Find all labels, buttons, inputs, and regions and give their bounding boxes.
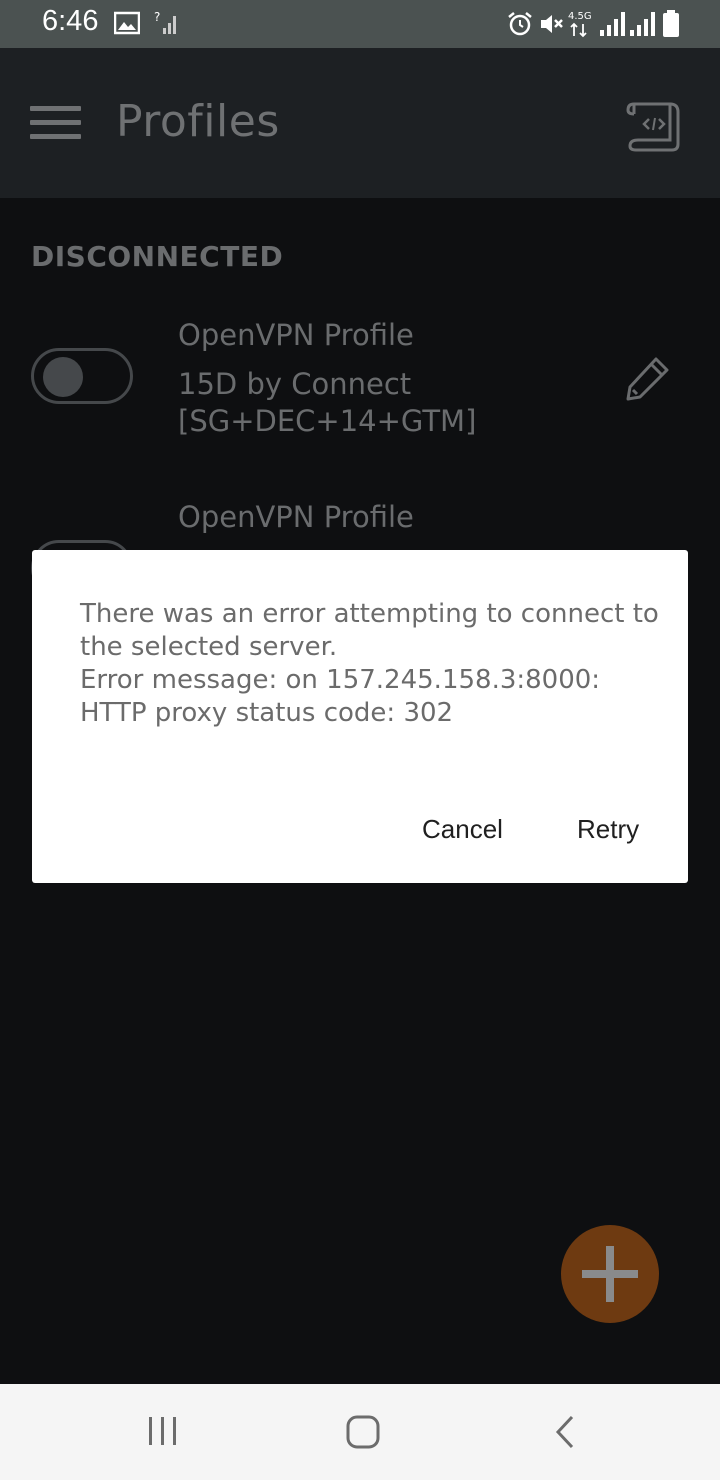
- retry-button[interactable]: Retry: [577, 814, 639, 845]
- add-profile-button[interactable]: [561, 1225, 659, 1323]
- profile-description: 15D by Connect [SG+DEC+14+GTM]: [178, 367, 477, 438]
- section-header: DISCONNECTED: [31, 240, 284, 273]
- toggle-knob: [43, 357, 83, 397]
- recent-apps-icon[interactable]: [146, 1414, 180, 1452]
- status-time: 6:46: [42, 5, 99, 37]
- profile-name: OpenVPN Profile: [178, 500, 414, 534]
- alarm-icon: [506, 10, 534, 42]
- signal-unknown-icon: ?: [154, 10, 178, 40]
- cancel-button[interactable]: Cancel: [422, 814, 503, 845]
- profile-toggle[interactable]: [31, 348, 133, 404]
- navigation-bar: [0, 1384, 720, 1480]
- mute-icon: [538, 10, 566, 42]
- image-icon: [113, 10, 141, 40]
- app-bar: Profiles: [0, 48, 720, 198]
- svg-text:?: ?: [154, 10, 160, 24]
- battery-icon: [662, 10, 680, 42]
- page-title: Profiles: [116, 96, 280, 147]
- network-4g-icon: 4.5G: [568, 8, 594, 42]
- dialog-message: There was an error attempting to connect…: [80, 599, 659, 728]
- home-icon[interactable]: [345, 1414, 381, 1454]
- signal-icon: [628, 10, 656, 42]
- menu-icon[interactable]: [30, 106, 81, 140]
- back-icon[interactable]: [552, 1414, 580, 1454]
- edit-pencil-icon[interactable]: [624, 354, 672, 406]
- code-file-icon[interactable]: [626, 100, 682, 156]
- error-dialog: There was an error attempting to connect…: [32, 550, 688, 883]
- profile-name: OpenVPN Profile: [178, 318, 414, 352]
- network-label: 4.5G: [568, 11, 592, 22]
- plus-icon: [606, 1246, 614, 1302]
- signal-icon: [598, 10, 626, 42]
- status-bar: 6:46 ? 4.5G: [0, 0, 720, 48]
